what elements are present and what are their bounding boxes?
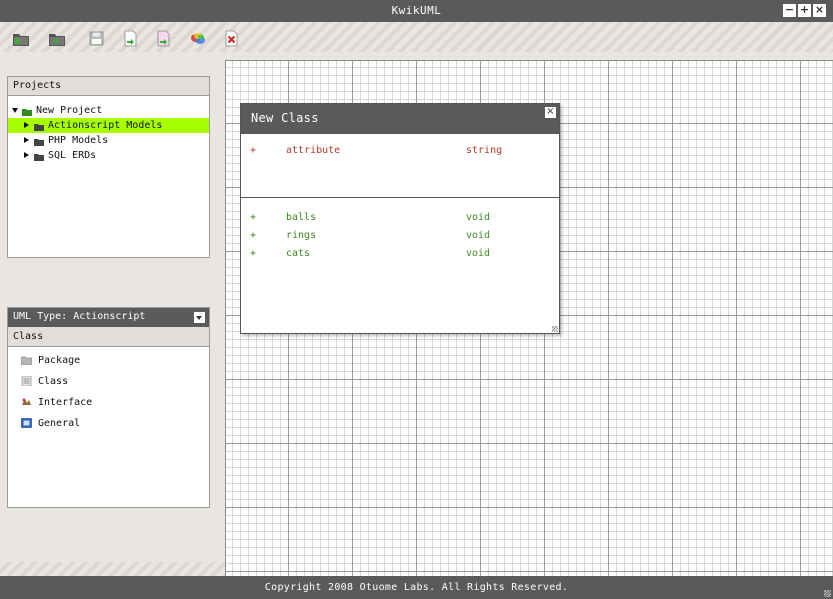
export-button[interactable]: [155, 30, 173, 47]
maximize-button[interactable]: +: [798, 4, 811, 17]
tree-item[interactable]: SQL ERDs: [8, 148, 209, 163]
tree-item[interactable]: PHP Models: [8, 133, 209, 148]
uml-type-label: UML Type: Actionscript: [13, 311, 146, 322]
member-visibility[interactable]: +: [250, 247, 256, 261]
red-x-icon: [225, 30, 238, 47]
sidebar-stripe: [0, 562, 225, 576]
projects-header: Projects: [8, 77, 209, 96]
project-tree: New Project Actionscript Models PHP Models…: [8, 96, 209, 163]
uml-tool-package[interactable]: Package: [8, 353, 209, 374]
member-name[interactable]: balls: [286, 211, 316, 225]
uml-tool-list: Package Class Interface General: [8, 347, 209, 437]
floppy-disk-icon: [89, 31, 104, 46]
class-window[interactable]: New Class × + attribute string + balls void +…: [240, 103, 560, 334]
member-name[interactable]: attribute: [286, 144, 340, 158]
member-type[interactable]: string: [466, 144, 502, 158]
new-project-button[interactable]: [12, 30, 30, 47]
uml-tool-general[interactable]: General: [8, 416, 209, 437]
class-name[interactable]: New Class: [251, 111, 319, 125]
folder-icon: [34, 121, 44, 131]
close-icon[interactable]: ×: [545, 107, 556, 118]
open-project-button[interactable]: [48, 30, 66, 47]
toolbar: [0, 22, 833, 52]
method-row[interactable]: + cats void: [241, 247, 559, 265]
uml-tool-label: Class: [38, 376, 69, 387]
import-button[interactable]: [122, 30, 140, 47]
uml-tool-label: Interface: [38, 397, 93, 408]
method-row[interactable]: + balls void: [241, 211, 559, 229]
folder-icon: [34, 151, 44, 161]
save-button[interactable]: [88, 30, 106, 47]
uml-tool-class[interactable]: Class: [8, 374, 209, 395]
tree-item-label: Actionscript Models: [48, 120, 163, 131]
general-icon: [21, 418, 32, 428]
uml-tool-label: Package: [38, 355, 81, 366]
attribute-row[interactable]: + attribute string: [241, 144, 559, 162]
color-blobs-icon: [191, 33, 205, 44]
uml-type-panel: UML Type: Actionscript Class Package Clas…: [7, 307, 210, 508]
resize-handle[interactable]: [552, 326, 558, 332]
member-visibility[interactable]: +: [250, 144, 256, 158]
colors-button[interactable]: [189, 30, 207, 47]
member-type[interactable]: void: [466, 211, 490, 225]
tree-item-label: PHP Models: [48, 135, 109, 146]
member-visibility[interactable]: +: [250, 229, 256, 243]
close-window-button[interactable]: ×: [813, 4, 826, 17]
open-folder-icon: [49, 34, 65, 46]
folder-icon: [34, 136, 44, 146]
interface-icon: [21, 397, 32, 407]
uml-category-header: Class: [8, 327, 209, 347]
title-bar: KwikUML − + ×: [0, 0, 833, 22]
member-type[interactable]: void: [466, 229, 490, 243]
expanded-arrow-icon[interactable]: [12, 108, 18, 113]
export-document-icon: [157, 30, 170, 47]
minimize-button[interactable]: −: [783, 4, 796, 17]
footer: Copyright 2008 Otuome Labs. All Rights R…: [0, 576, 833, 599]
window-title: KwikUML: [391, 4, 442, 17]
tree-item[interactable]: Actionscript Models: [8, 118, 209, 133]
tree-item-label: SQL ERDs: [48, 150, 97, 161]
class-icon: [21, 375, 32, 387]
class-window-header[interactable]: New Class ×: [241, 104, 559, 134]
projects-panel: Projects New Project Actionscript Models P…: [7, 76, 210, 258]
member-name[interactable]: rings: [286, 229, 316, 243]
chevron-down-icon[interactable]: [194, 312, 205, 323]
collapsed-arrow-icon[interactable]: [24, 152, 29, 158]
new-folder-icon: [13, 34, 29, 46]
methods-section: + balls void + rings void + cats void: [241, 198, 559, 265]
delete-button[interactable]: [223, 30, 241, 47]
package-icon: [20, 355, 33, 366]
member-visibility[interactable]: +: [250, 211, 256, 225]
collapsed-arrow-icon[interactable]: [24, 137, 29, 143]
member-name[interactable]: cats: [286, 247, 310, 261]
folder-icon: [22, 106, 32, 116]
tree-item-label: New Project: [36, 105, 103, 116]
uml-tool-interface[interactable]: Interface: [8, 395, 209, 416]
uml-type-selector[interactable]: UML Type: Actionscript: [8, 308, 209, 327]
member-type[interactable]: void: [466, 247, 490, 261]
tree-item[interactable]: New Project: [8, 103, 209, 118]
attributes-section: + attribute string: [241, 134, 559, 198]
resize-grip[interactable]: [824, 590, 831, 597]
copyright-text: Copyright 2008 Otuome Labs. All Rights R…: [264, 582, 569, 593]
import-document-icon: [124, 30, 137, 47]
uml-tool-label: General: [38, 418, 81, 429]
collapsed-arrow-icon[interactable]: [24, 122, 29, 128]
method-row[interactable]: + rings void: [241, 229, 559, 247]
